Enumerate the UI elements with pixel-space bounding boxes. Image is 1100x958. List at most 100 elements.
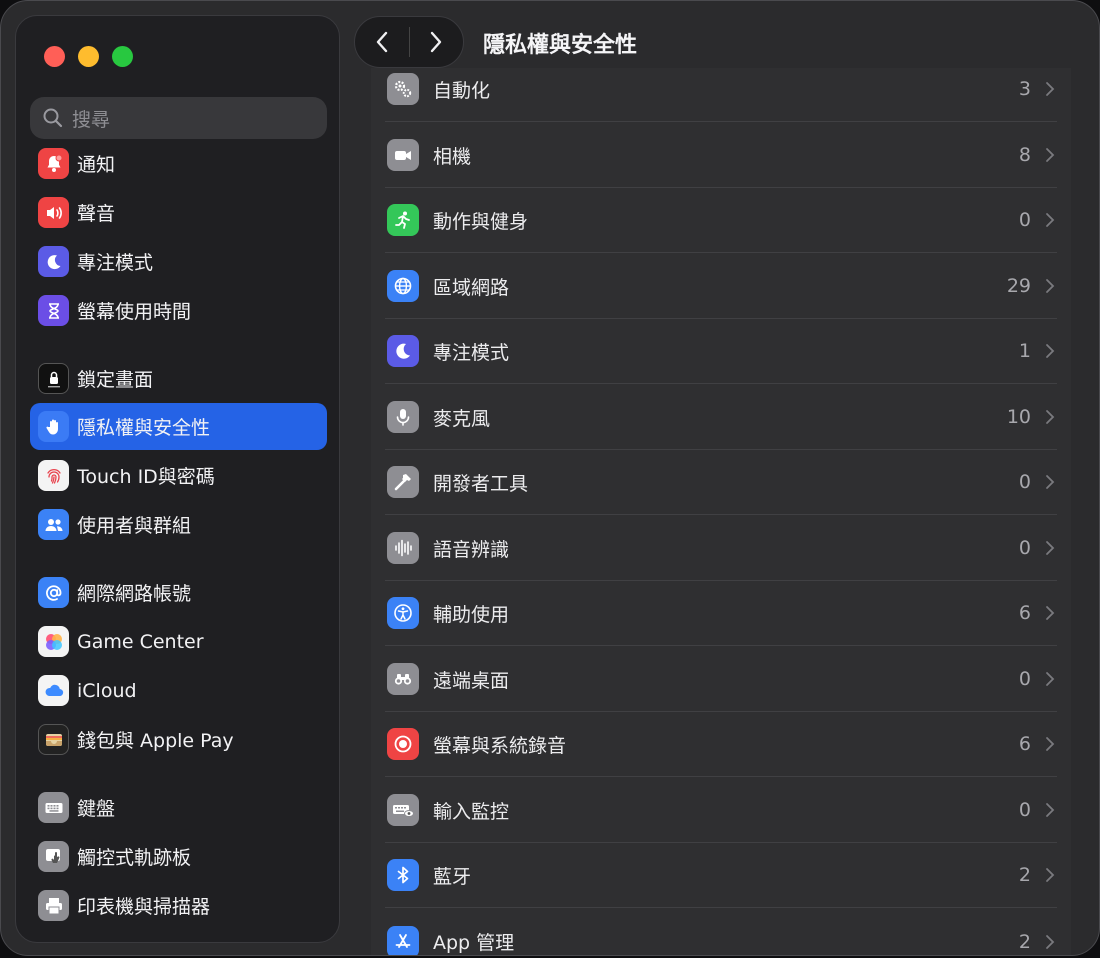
hand-icon [38, 411, 69, 442]
binoculars-icon [387, 663, 419, 695]
sidebar-item-wallet[interactable]: 錢包與 Apple Pay [30, 716, 327, 763]
running-icon [387, 204, 419, 236]
chevron-right-icon [431, 31, 442, 53]
sidebar-item-label: 通知 [77, 154, 116, 176]
keyboard-icon [38, 792, 69, 823]
row-count: 1 [1018, 340, 1031, 362]
privacy-list: 自動化 3 相機 8 動作與健身 0 區域網路 29 專注模式 1 麥克風 10… [371, 68, 1071, 955]
sidebar-item-printers[interactable]: 印表機與掃描器 [30, 882, 327, 929]
sidebar-item-keyboard[interactable]: 鍵盤 [30, 784, 327, 831]
moon-icon [38, 246, 69, 277]
chevron-right-icon [1046, 934, 1055, 949]
wallet-icon [38, 724, 69, 755]
privacy-row-camera[interactable]: 相機 8 [385, 123, 1057, 188]
sidebar-item-label: 鎖定畫面 [77, 369, 154, 391]
sidebar-item-label: 印表機與掃描器 [77, 896, 211, 918]
sidebar-item-label: 網際網路帳號 [77, 583, 192, 605]
row-count: 0 [1018, 209, 1031, 231]
forward-button[interactable] [409, 16, 463, 68]
record-icon [387, 728, 419, 760]
bell-icon [38, 148, 69, 179]
row-count: 6 [1018, 733, 1031, 755]
row-count: 2 [1018, 864, 1031, 886]
privacy-row-accessibility[interactable]: 輔助使用 6 [385, 581, 1057, 646]
privacy-row-remote-desktop[interactable]: 遠端桌面 0 [385, 647, 1057, 712]
sidebar-item-trackpad[interactable]: 觸控式軌跡板 [30, 833, 327, 880]
sidebar-item-label: 觸控式軌跡板 [77, 847, 192, 869]
sidebar-item-lock-screen[interactable]: 鎖定畫面 [30, 355, 327, 402]
chevron-right-icon [1046, 410, 1055, 424]
sidebar-item-users-groups[interactable]: 使用者與群組 [30, 501, 327, 548]
chevron-right-icon [1046, 344, 1055, 358]
chevron-left-icon [376, 31, 387, 53]
privacy-row-screen-recording[interactable]: 螢幕與系統錄音 6 [385, 712, 1057, 777]
chevron-right-icon [1046, 803, 1055, 817]
privacy-row-automation[interactable]: 自動化 3 [385, 68, 1057, 122]
row-label: 遠端桌面 [433, 669, 510, 692]
chevron-right-icon [1046, 475, 1055, 489]
app-store-icon [387, 925, 419, 955]
settings-window: 搜尋 通知 聲音 專注模式 螢幕使用時間 鎖定畫面 隱私權與安全性 Touch … [0, 0, 1100, 956]
privacy-row-app-management[interactable]: App 管理 2 [385, 909, 1057, 955]
privacy-row-focus[interactable]: 專注模式 1 [385, 319, 1057, 384]
sidebar-item-label: 錢包與 Apple Pay [77, 730, 234, 752]
printer-icon [38, 890, 69, 921]
sidebar-item-sound[interactable]: 聲音 [30, 189, 327, 236]
row-count: 8 [1018, 144, 1031, 166]
row-label: 開發者工具 [433, 472, 529, 495]
privacy-row-microphone[interactable]: 麥克風 10 [385, 385, 1057, 450]
privacy-row-speech-recognition[interactable]: 語音辨識 0 [385, 516, 1057, 581]
chevron-right-icon [1046, 672, 1055, 686]
sidebar-item-icloud[interactable]: iCloud [30, 667, 327, 714]
search-field[interactable]: 搜尋 [30, 97, 327, 139]
sidebar-item-focus[interactable]: 專注模式 [30, 238, 327, 285]
sidebar-item-label: 螢幕使用時間 [77, 301, 192, 323]
privacy-row-input-monitoring[interactable]: 輸入監控 0 [385, 778, 1057, 843]
sidebar-item-label: 聲音 [77, 203, 116, 225]
sidebar-item-label: Touch ID與密碼 [77, 466, 215, 488]
microphone-icon [387, 401, 419, 433]
gears-icon [387, 73, 419, 105]
lock-screen-icon [38, 363, 69, 394]
privacy-row-bluetooth[interactable]: 藍牙 2 [385, 843, 1057, 908]
sidebar-item-screen-time[interactable]: 螢幕使用時間 [30, 287, 327, 334]
minimize-button[interactable] [78, 46, 99, 67]
sidebar-item-internet-accounts[interactable]: 網際網路帳號 [30, 569, 327, 616]
row-count: 2 [1018, 930, 1031, 953]
row-count: 0 [1018, 799, 1031, 821]
sidebar: 搜尋 通知 聲音 專注模式 螢幕使用時間 鎖定畫面 隱私權與安全性 Touch … [15, 15, 340, 943]
sidebar-item-touch-id[interactable]: Touch ID與密碼 [30, 452, 327, 499]
row-count: 6 [1018, 602, 1031, 624]
sidebar-item-notifications[interactable]: 通知 [30, 140, 327, 187]
cloud-icon [38, 675, 69, 706]
row-label: 螢幕與系統錄音 [433, 734, 567, 757]
row-label: 相機 [433, 145, 472, 168]
row-label: 動作與健身 [433, 210, 529, 233]
search-icon [43, 108, 63, 128]
chevron-right-icon [1046, 213, 1055, 227]
row-count: 3 [1018, 78, 1031, 100]
zoom-button[interactable] [112, 46, 133, 67]
row-count: 29 [1006, 275, 1031, 297]
row-count: 0 [1018, 668, 1031, 690]
sidebar-item-label: iCloud [77, 679, 137, 702]
search-placeholder: 搜尋 [72, 108, 111, 131]
back-button[interactable] [355, 16, 409, 68]
privacy-row-developer-tools[interactable]: 開發者工具 0 [385, 450, 1057, 515]
chevron-right-icon [1046, 279, 1055, 293]
privacy-row-motion-fitness[interactable]: 動作與健身 0 [385, 188, 1057, 253]
trackpad-icon [38, 841, 69, 872]
sidebar-item-privacy-security[interactable]: 隱私權與安全性 [30, 403, 327, 450]
close-button[interactable] [44, 46, 65, 67]
row-label: 麥克風 [433, 407, 491, 430]
keyboard-eye-icon [387, 794, 419, 826]
sidebar-item-game-center[interactable]: Game Center [30, 618, 327, 665]
row-label: 輔助使用 [433, 603, 510, 626]
row-count: 0 [1018, 537, 1031, 559]
privacy-row-local-network[interactable]: 區域網路 29 [385, 254, 1057, 319]
chevron-right-icon [1046, 737, 1055, 751]
sidebar-item-label: 專注模式 [77, 252, 154, 274]
chevron-right-icon [1046, 82, 1055, 96]
row-label: 語音辨識 [433, 538, 510, 561]
row-count: 0 [1018, 471, 1031, 493]
